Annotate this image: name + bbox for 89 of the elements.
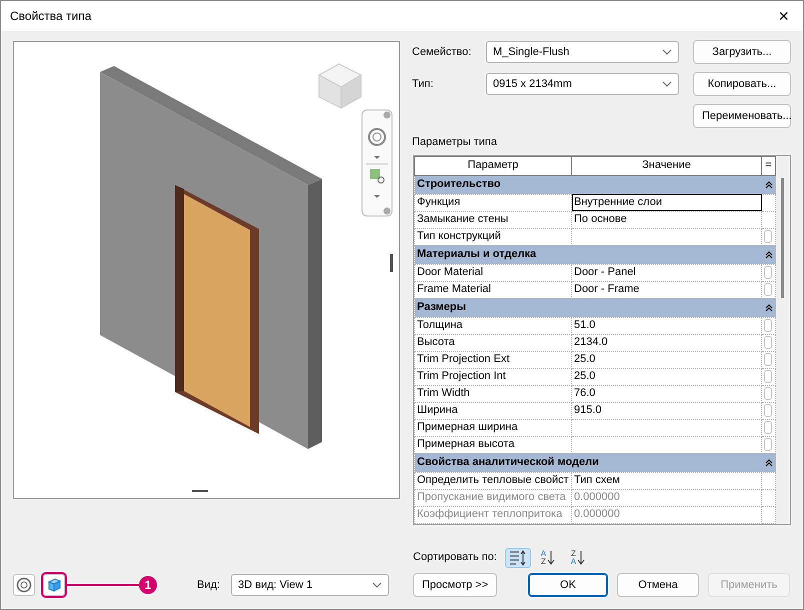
parameter-link-button[interactable] — [764, 318, 772, 332]
column-header[interactable]: Значение — [572, 156, 762, 175]
chevron-icon — [662, 49, 672, 55]
parameter-link-button[interactable] — [764, 386, 772, 400]
value-cell[interactable]: 2134.0 — [572, 334, 762, 351]
list-sort-icon — [509, 550, 526, 566]
scrollbar[interactable] — [776, 156, 790, 524]
chevron-icon — [662, 81, 672, 87]
parameter-link-button[interactable] — [764, 370, 772, 383]
sort-letter: Z — [540, 558, 546, 566]
parameter-name: Высота — [414, 334, 572, 351]
value-cell[interactable]: 76.0 — [572, 385, 762, 402]
steering-wheel-icon — [16, 577, 32, 593]
parameter-name: Определить тепловые свойст — [414, 472, 572, 489]
group-header[interactable]: Свойства аналитической модели — [414, 453, 776, 472]
value-cell[interactable] — [572, 419, 762, 436]
splitter-handle-icon[interactable] — [390, 254, 393, 272]
value-cell[interactable]: 51.0 — [572, 317, 762, 334]
parameter-link-button[interactable] — [764, 420, 772, 434]
chevron-icon — [372, 582, 382, 588]
parameter-link-button[interactable] — [764, 230, 772, 243]
group-sort-button[interactable] — [504, 548, 531, 568]
group-header[interactable]: Размеры — [414, 298, 776, 317]
sort-ascending-button[interactable]: A Z — [534, 548, 561, 568]
sort-letter: A — [540, 550, 546, 558]
parameter-link-button[interactable] — [764, 404, 772, 417]
value-cell[interactable]: Тип схем — [572, 472, 762, 489]
group-title: Материалы и отделка — [417, 247, 536, 262]
callout-number: 1 — [139, 576, 157, 594]
value-cell[interactable]: Внутренние слои — [572, 194, 762, 211]
parameter-name: Замыкание стены — [414, 211, 572, 228]
preview-button[interactable]: Просмотр >> — [413, 573, 497, 597]
down-arrow-icon — [547, 550, 556, 565]
parameter-name: Толщина — [414, 317, 572, 334]
parameter-name: Trim Projection Ext — [414, 351, 572, 368]
window-title: Свойства типа — [10, 8, 92, 25]
collapse-icon[interactable] — [765, 250, 773, 258]
group-title: Строительство — [417, 177, 501, 192]
steering-wheel-button[interactable] — [13, 574, 35, 596]
navigation-bar-icon[interactable] — [362, 110, 392, 216]
value-cell[interactable]: 25.0 — [572, 351, 762, 368]
collapse-icon[interactable] — [765, 304, 773, 312]
group-title: Размеры — [417, 300, 466, 315]
view-label: Вид: — [197, 578, 221, 593]
family-label: Семейство: — [412, 44, 472, 60]
value-cell[interactable]: Door - Panel — [572, 264, 762, 281]
parameter-name: Функция — [414, 194, 572, 211]
parameter-name: Trim Width — [414, 385, 572, 402]
group-title: Свойства аналитической модели — [417, 455, 599, 470]
view-cube-button[interactable] — [43, 574, 65, 596]
cube-icon — [46, 577, 62, 593]
down-arrow-icon — [577, 550, 586, 565]
parameter-link-button[interactable] — [764, 352, 772, 366]
sort-label: Сортировать по: — [413, 550, 497, 566]
sort-descending-button[interactable]: Z A — [564, 548, 591, 568]
parameter-name: Пропускание видимого света — [414, 489, 572, 506]
parameter-name: Коэффициент теплопритока — [414, 506, 572, 523]
parameter-link-button[interactable] — [764, 336, 772, 349]
sort-letter: A — [570, 558, 576, 566]
ok-button[interactable]: OK — [528, 573, 608, 597]
splitter-handle-icon[interactable] — [192, 490, 208, 492]
parameter-link-button[interactable] — [764, 282, 772, 296]
type-label: Тип: — [412, 76, 434, 92]
value-cell[interactable]: 915.0 — [572, 402, 762, 419]
type-dropdown[interactable]: 0915 x 2134mm — [486, 73, 679, 95]
sort-letter: Z — [570, 550, 576, 558]
parameter-name: Примерная ширина — [414, 419, 572, 436]
copy-button[interactable]: Копировать... — [693, 72, 791, 96]
parameter-name: Trim Projection Int — [414, 368, 572, 385]
column-header[interactable]: = — [762, 156, 776, 175]
value-cell[interactable]: 25.0 — [572, 368, 762, 385]
value-cell[interactable]: По основе — [572, 211, 762, 228]
close-button[interactable]: × — [772, 7, 795, 25]
collapse-icon[interactable] — [765, 458, 773, 466]
section-title: Параметры типа — [412, 135, 498, 150]
load-button[interactable]: Загрузить... — [693, 40, 791, 64]
view-cube-icon[interactable] — [318, 63, 362, 109]
parameter-name: Door Material — [414, 264, 572, 281]
column-header[interactable]: Параметр — [414, 156, 572, 175]
parameter-link-button[interactable] — [764, 266, 772, 279]
view-dropdown[interactable]: 3D вид: View 1 — [231, 574, 389, 596]
family-dropdown[interactable]: M_Single-Flush — [486, 41, 679, 63]
parameter-name: Ширина — [414, 402, 572, 419]
cancel-button[interactable]: Отмена — [617, 573, 699, 597]
collapse-icon[interactable] — [765, 180, 773, 188]
parameter-link-button[interactable] — [764, 438, 772, 451]
group-header[interactable]: Строительство — [414, 175, 776, 194]
rename-button[interactable]: Переименовать... — [693, 104, 791, 128]
group-header[interactable]: Материалы и отделка — [414, 245, 776, 264]
